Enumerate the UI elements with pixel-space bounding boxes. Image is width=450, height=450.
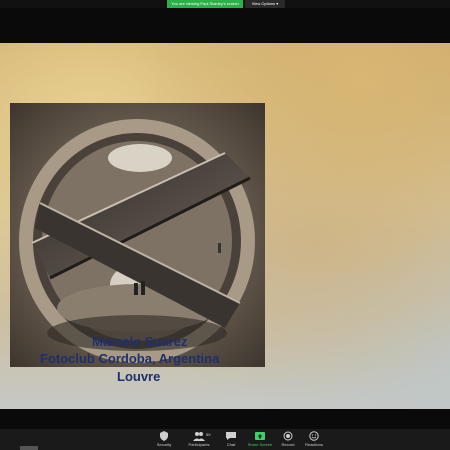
record-icon bbox=[283, 431, 293, 441]
view-options-button[interactable]: View Options ▾ bbox=[245, 0, 285, 8]
reactions-icon bbox=[309, 431, 319, 441]
self-view-thumbnail[interactable] bbox=[20, 446, 38, 450]
bottom-letterbox bbox=[0, 409, 450, 429]
reactions-button[interactable]: Reactions bbox=[294, 430, 334, 449]
share-screen-icon bbox=[255, 432, 265, 440]
caption-photo-title: Louvre bbox=[117, 369, 161, 384]
caption-club: Fotoclub Cordoba, Argentina bbox=[40, 351, 220, 366]
security-button[interactable]: Security bbox=[144, 430, 184, 449]
caption-photographer: Marcelo Suarez bbox=[92, 334, 188, 349]
participants-count: 59 bbox=[206, 432, 211, 437]
shared-slide: Marcelo Suarez Fotoclub Cordoba, Argenti… bbox=[0, 43, 450, 409]
louvre-staircase-photo bbox=[10, 103, 265, 367]
meeting-toolbar: Security 59 Participants Chat Share Scre… bbox=[0, 429, 450, 450]
shield-icon bbox=[160, 431, 168, 441]
reactions-label: Reactions bbox=[305, 442, 323, 447]
participants-icon bbox=[193, 432, 205, 441]
chat-icon bbox=[226, 432, 236, 440]
screen-share-banner: You are viewing Paul Stanley's screen bbox=[167, 0, 243, 8]
security-label: Security bbox=[156, 442, 172, 447]
top-letterbox bbox=[0, 8, 450, 43]
